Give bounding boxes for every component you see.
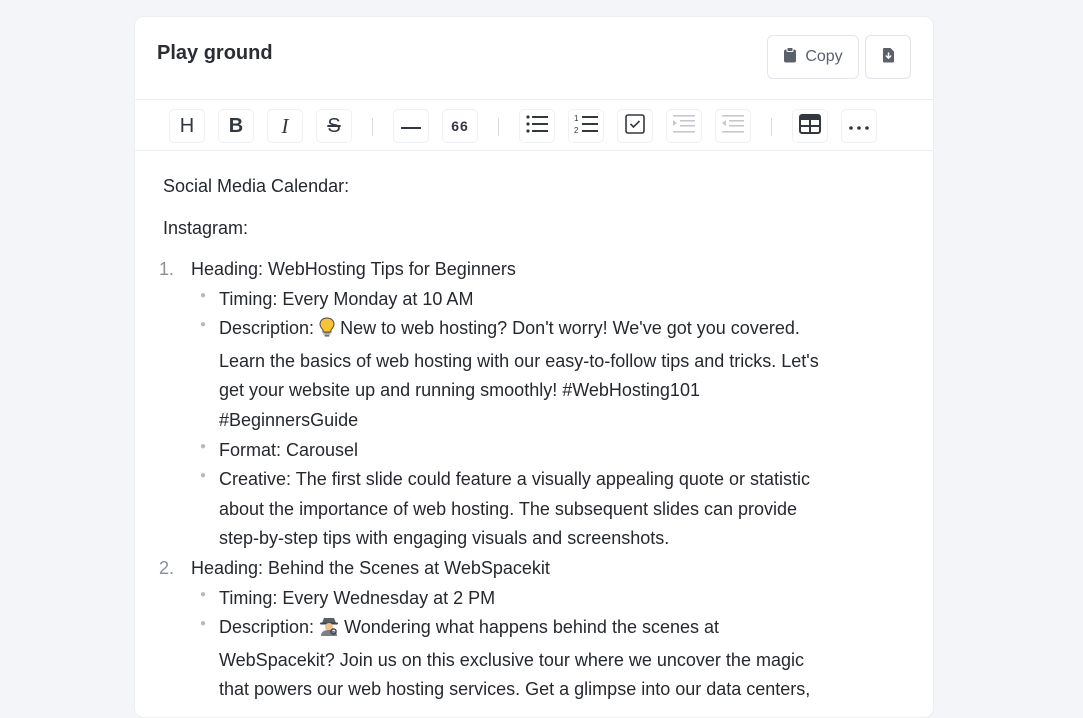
editor-toolbar: H B I S 66 1 2 [135,100,933,151]
editor-content[interactable]: Social Media Calendar: Instagram: 1. Hea… [135,151,933,705]
bullet-dot: ● [200,319,207,331]
description-line: that powers our web hosting services. Ge… [219,679,811,700]
outdent-icon [722,114,744,138]
detective-icon [319,616,339,646]
bullet-list: ● Timing: Every Wednesday at 2 PM ● Desc… [191,584,905,705]
ordered-list-icon: 1 2 [574,113,598,140]
table-icon [799,113,821,139]
format-text: Format: Carousel [219,439,359,460]
heading-icon: H [179,114,195,137]
outdent-button[interactable] [715,109,751,143]
quote-icon: 66 [451,118,469,134]
strikethrough-button[interactable]: S [316,109,352,143]
italic-icon: I [281,113,289,138]
ordered-list: 1. Heading: WebHosting Tips for Beginner… [159,255,905,705]
list-number: 2. [159,557,175,578]
checkbox-icon [625,113,645,139]
more-options-button[interactable] [841,109,877,143]
list-number: 1. [159,259,175,279]
bullet-list: ● Timing: Every Monday at 10 AM ● Descri… [191,285,905,554]
description-text: New to web hosting? Don't worry! We've g… [340,318,800,339]
list-item: ● Format: Carousel [191,436,905,466]
creative-line: about the importance of web hosting. The… [219,498,798,519]
heading-button[interactable]: H [169,109,205,143]
file-download-icon [882,47,895,68]
indent-icon [673,114,695,138]
description-line: Learn the basics of web hosting with our… [219,350,819,371]
description-line: WebSpacekit? Join us on this exclusive t… [219,649,804,670]
toolbar-separator [372,118,373,136]
list-item: ● Timing: Every Wednesday at 2 PM [191,584,905,614]
clipboard-icon [783,46,797,68]
bold-icon: B [228,114,244,137]
copy-button[interactable]: Copy [767,35,859,79]
bullet-dot: ● [200,618,207,630]
task-list-button[interactable] [617,109,653,143]
lightbulb-icon [319,317,335,347]
italic-button[interactable]: I [267,109,303,143]
export-button[interactable] [865,35,911,79]
item-heading: Heading: Behind the Scenes at WebSpaceki… [191,557,550,578]
bullet-list-button[interactable] [519,109,555,143]
table-button[interactable] [792,109,828,143]
creative-line: Creative: The first slide could feature … [219,469,810,490]
toolbar-separator [771,118,772,136]
list-item: ● Creative: The first slide could featur… [191,465,905,554]
strikethrough-icon: S [327,114,341,137]
indent-button[interactable] [666,109,702,143]
creative-line: step-by-step tips with engaging visuals … [219,528,670,549]
platform-label: Instagram: [163,218,249,238]
horizontal-rule-icon [401,117,421,135]
calendar-heading: Social Media Calendar: [163,176,350,196]
horizontal-rule-button[interactable] [393,109,429,143]
blockquote-button[interactable]: 66 [442,109,478,143]
description-prefix: Description: [219,318,315,339]
list-item: ● Timing: Every Monday at 10 AM [191,285,905,315]
more-horizontal-icon [849,117,869,135]
playground-card: Play ground Copy H B I S 66 1 2 Social M… [134,16,934,718]
description-prefix: Description: [219,617,315,638]
description-line: #BeginnersGuide [219,409,359,430]
svg-text:2: 2 [574,126,579,135]
header-actions: Copy [767,35,911,79]
timing-text: Timing: Every Monday at 10 AM [219,288,474,309]
ordered-list-button[interactable]: 1 2 [568,109,604,143]
bullet-list-icon [526,114,548,139]
description-text: Wondering what happens behind the scenes… [344,617,720,638]
card-header: Play ground Copy [135,17,933,100]
item-heading: Heading: WebHosting Tips for Beginners [191,259,516,279]
svg-text:1: 1 [574,114,579,123]
bullet-dot: ● [200,289,207,301]
list-item: ● Description: New to web hosting? Don't… [191,314,905,435]
bold-button[interactable]: B [218,109,254,143]
list-item: 2. Heading: Behind the Scenes at WebSpac… [159,554,905,705]
bullet-dot: ● [200,440,207,452]
list-item: 1. Heading: WebHosting Tips for Beginner… [159,255,905,554]
list-item: ● Description: Wondering what happens be… [191,613,905,705]
card-title: Play ground [157,42,273,64]
bullet-dot: ● [200,470,207,482]
description-line: get your website up and running smoothly… [219,380,700,401]
copy-label: Copy [805,48,843,65]
bullet-dot: ● [200,588,207,600]
toolbar-separator [498,118,499,136]
timing-text: Timing: Every Wednesday at 2 PM [219,587,496,608]
